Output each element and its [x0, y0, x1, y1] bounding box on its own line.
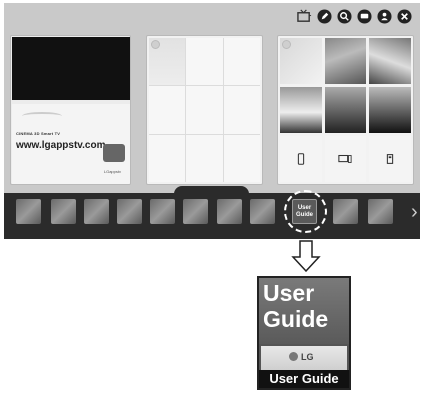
- grid-cell[interactable]: [149, 86, 186, 134]
- live-tv-preview[interactable]: [12, 37, 130, 100]
- tv-input-icon[interactable]: [297, 9, 312, 24]
- user-guide-icon-enlarged: User Guide LG User Guide: [257, 276, 351, 390]
- phone-device-tile[interactable]: [280, 136, 322, 182]
- user-guide-word2: Guide: [263, 306, 329, 332]
- phone-icon: [297, 153, 304, 165]
- lg-apps-promo[interactable]: CINEMA 3D Smart TV www.lgappstv.com LGap…: [12, 104, 130, 184]
- grid-cell[interactable]: [149, 134, 186, 182]
- apps-3d-icon: [103, 144, 125, 162]
- launcher-app-icon[interactable]: [333, 199, 358, 224]
- card-badge-icon: [282, 40, 291, 49]
- user-guide-caption: User Guide: [259, 370, 349, 388]
- photo-thumbnail[interactable]: [280, 87, 322, 133]
- launcher-app-icon[interactable]: [368, 199, 393, 224]
- user-icon[interactable]: [377, 8, 392, 24]
- grid-cell[interactable]: [223, 38, 260, 86]
- promo-brand-text: CINEMA 3D Smart TV: [16, 131, 61, 136]
- pc-icon: [338, 154, 353, 163]
- launcher-app-icon[interactable]: [16, 199, 41, 224]
- launcher-app-icon[interactable]: [250, 199, 275, 224]
- highlight-circle: [284, 190, 327, 233]
- card-badge-icon: [151, 40, 160, 49]
- grid-cell[interactable]: [186, 134, 223, 182]
- grid-cell[interactable]: [223, 134, 260, 182]
- media-grid: [280, 38, 411, 182]
- swoosh-graphic: [22, 112, 62, 120]
- usb-icon: [387, 154, 394, 164]
- arrow-down-icon: [291, 240, 321, 272]
- user-guide-icon-header: User Guide: [259, 278, 349, 344]
- launcher-app-icon[interactable]: [51, 199, 76, 224]
- launcher-app-icon[interactable]: [117, 199, 142, 224]
- photo-thumbnail[interactable]: [369, 38, 411, 84]
- lg-logo: LG: [289, 352, 314, 362]
- user-guide-icon-band: LG: [261, 346, 347, 370]
- live-tv-card[interactable]: CINEMA 3D Smart TV www.lgappstv.com LGap…: [10, 35, 131, 185]
- pc-device-tile[interactable]: [324, 136, 367, 182]
- launcher-app-icon[interactable]: [183, 199, 208, 224]
- chat-icon[interactable]: [357, 8, 372, 24]
- top-toolbar: [297, 8, 412, 24]
- grid-cell[interactable]: [186, 38, 223, 86]
- media-card[interactable]: [277, 35, 414, 185]
- photo-thumbnail[interactable]: [324, 38, 367, 84]
- launcher-app-icon[interactable]: [84, 199, 109, 224]
- premium-card[interactable]: [146, 35, 263, 185]
- premium-grid: [149, 38, 260, 182]
- grid-cell[interactable]: [186, 86, 223, 134]
- launcher-app-icon[interactable]: [150, 199, 175, 224]
- close-icon[interactable]: [397, 8, 412, 24]
- launcher-app-icon[interactable]: [217, 199, 242, 224]
- grid-cell[interactable]: [223, 86, 260, 134]
- edit-icon[interactable]: [317, 8, 332, 24]
- photo-thumbnail[interactable]: [324, 87, 367, 133]
- usb-device-tile[interactable]: [369, 136, 411, 182]
- promo-lgapps-text: LGappstv: [103, 169, 121, 174]
- promo-url-text: www.lgappstv.com: [16, 140, 106, 151]
- photo-thumbnail[interactable]: [369, 87, 411, 133]
- user-guide-word1: User: [263, 280, 315, 306]
- search-icon[interactable]: [337, 8, 352, 24]
- chevron-right-icon[interactable]: ›: [411, 200, 421, 224]
